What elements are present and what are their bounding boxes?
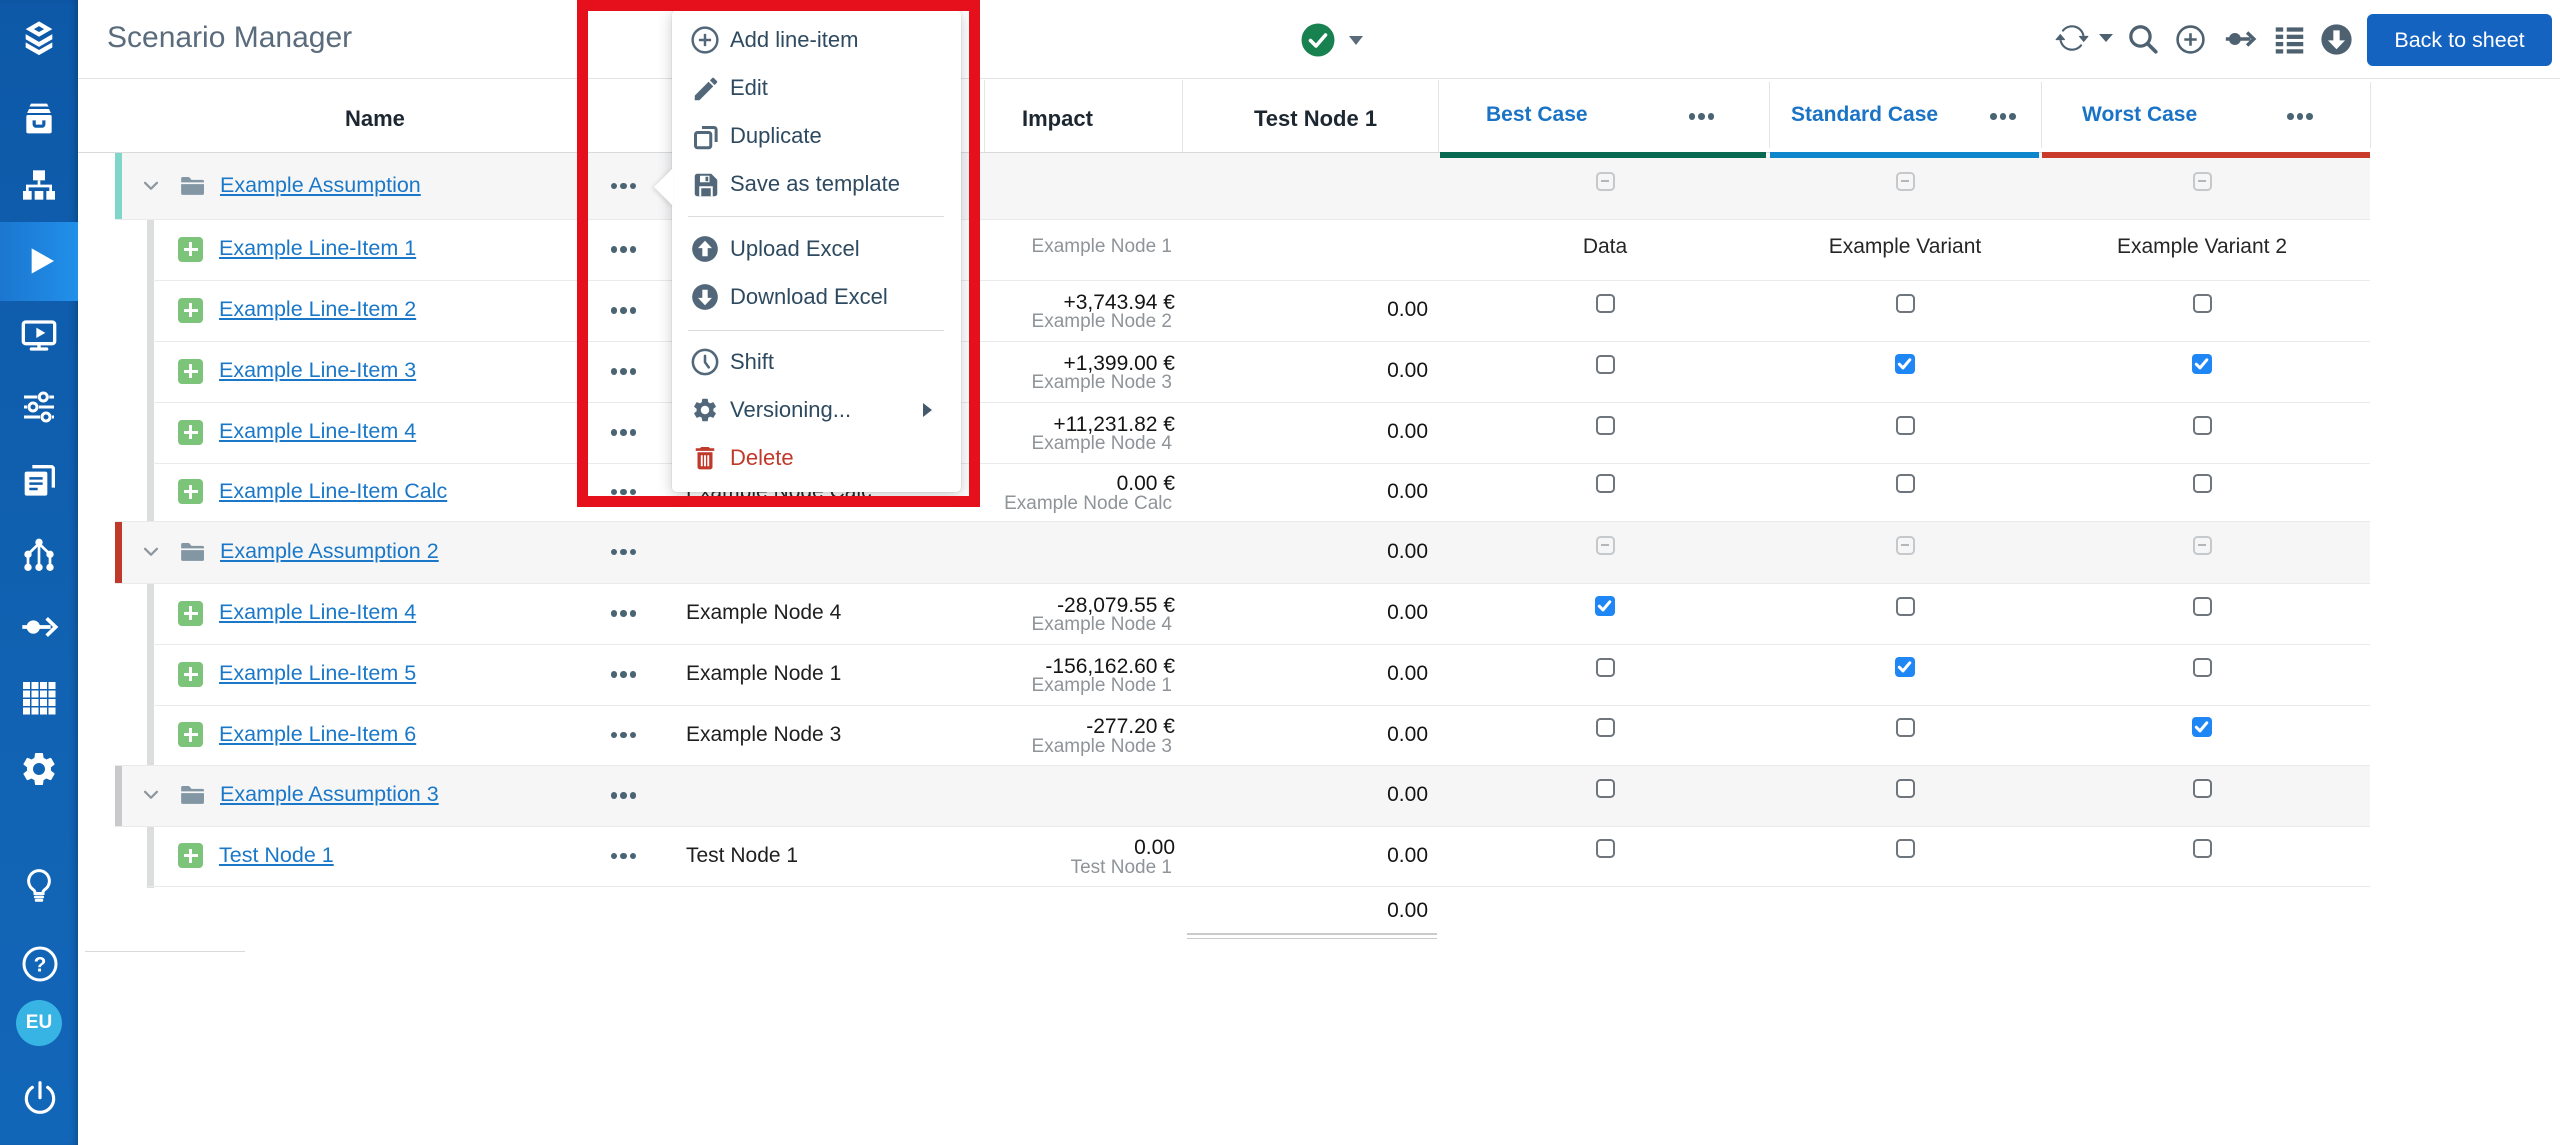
svg-text:?: ? [34, 953, 47, 976]
